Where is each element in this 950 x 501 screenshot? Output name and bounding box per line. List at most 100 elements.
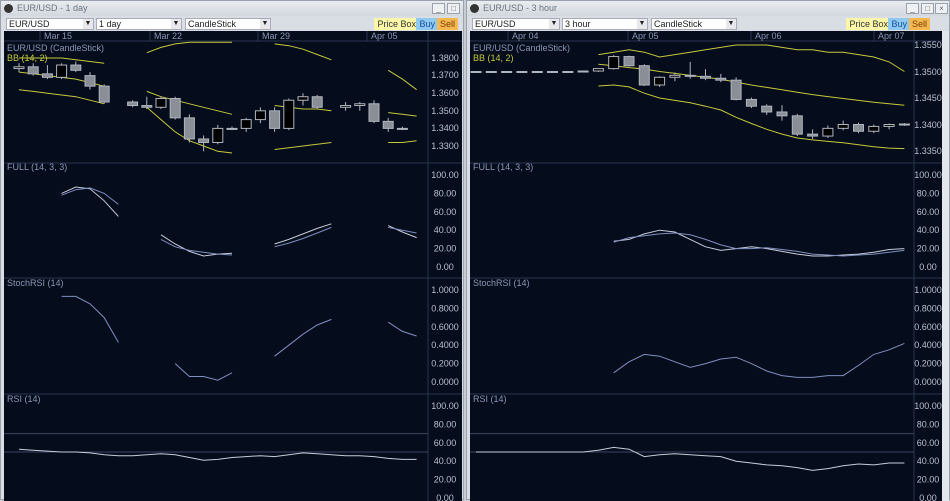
date-label: Apr 06 [755,31,782,41]
candle-body [396,127,408,130]
stochrsi-pane-label: StochRSI (14) [473,278,530,288]
full-axis-label: 100.00 [431,170,459,180]
candle-body [501,71,513,73]
full-axis-label: 40.00 [917,225,940,235]
minimize-button[interactable]: _ [432,3,445,14]
close-button[interactable]: × [935,3,948,14]
chart-canvas[interactable]: Apr 04 Apr 05 Apr 06 Apr 07 EUR/USD (CandleS… [470,31,942,501]
rsi-axis-label: 20.00 [917,475,940,485]
candle-body [41,73,53,78]
globe-icon [470,4,479,13]
price-box-button[interactable]: Price Box [374,18,419,30]
candle-body [715,77,727,81]
candle-body [547,71,558,73]
symbol-value: EUR/USD [475,19,516,29]
stochrsi-line [174,363,233,381]
sell-button[interactable]: Sell [908,18,930,30]
stochrsi-axis-label: 0.0000 [431,377,459,387]
candle-body [516,71,528,73]
stochrsi-axis-label: 1.0000 [914,285,942,295]
rsi-line [18,448,417,461]
chart-canvas[interactable]: Mar 15 Mar 22 Mar 29 Apr 05 EUR/USD (CandleS… [4,31,462,501]
candle-body [485,71,497,73]
full-d-line [613,232,905,257]
stochrsi-axis-label: 0.4000 [914,340,942,350]
full-pane-label: FULL (14, 3, 3) [473,162,533,172]
rsi-axis-label: 60.00 [917,438,940,448]
price-box-button[interactable]: Price Box [846,18,891,30]
candle-body [254,110,266,121]
bb-upper-line [146,41,232,54]
window-title: EUR/USD - 1 day [17,3,88,13]
bb-label: BB (14, 2) [473,53,514,63]
full-axis-label: 20.00 [917,244,940,254]
minimize-button[interactable]: _ [906,3,919,14]
full-k-line [274,223,332,245]
interval-select[interactable]: 1 day ▼ [96,18,182,30]
candle-body [654,76,666,86]
interval-select[interactable]: 3 hour ▼ [562,18,648,30]
candle-body [183,117,195,140]
price-axis-label: 1.3600 [431,88,459,98]
stochrsi-axis-label: 0.6000 [914,322,942,332]
bb-lower-line [598,84,905,150]
rsi-axis-label: 80.00 [434,419,457,429]
window-titlebar[interactable]: EUR/USD - 3 hour _ □ × [467,1,949,16]
candle-body [837,124,849,129]
symbol-select[interactable]: EUR/USD ▼ [472,18,560,30]
window-titlebar[interactable]: EUR/USD - 1 day _ □ [1,1,463,16]
sell-button[interactable]: Sell [436,18,458,30]
rsi-axis-label: 60.00 [434,438,457,448]
candle-body [212,127,224,143]
chart-type-select[interactable]: CandleStick ▼ [651,18,737,30]
candle-body [669,74,681,78]
candle-body [700,75,711,79]
buy-button[interactable]: Buy [416,18,438,30]
full-d-line [274,226,332,248]
stochrsi-axis-label: 0.2000 [914,359,942,369]
candle-body [577,70,589,73]
maximize-button[interactable]: □ [447,3,460,14]
price-axis-label: 1.3550 [914,40,942,50]
chevron-down-icon: ▼ [83,19,93,29]
candle-body [853,124,864,132]
full-axis-label: 80.00 [917,188,940,198]
maximize-button[interactable]: □ [921,3,934,14]
stochrsi-axis-label: 1.0000 [431,285,459,295]
candle-body [531,71,543,73]
stochrsi-axis-label: 0.8000 [914,303,942,313]
stochrsi-line [274,318,332,357]
price-axis-label: 1.3500 [431,106,459,116]
bb-lower-line [274,142,332,150]
full-axis-label: 0.00 [436,262,454,272]
buy-button[interactable]: Buy [888,18,910,30]
candle-body [592,68,604,72]
stochrsi-axis-label: 0.8000 [431,303,459,313]
bb-upper-line [274,43,332,61]
candle-body [70,64,82,71]
symbol-select[interactable]: EUR/USD ▼ [6,18,94,30]
candle-body [226,127,238,130]
date-label: Apr 07 [878,31,905,41]
candle-body [297,96,309,101]
rsi-axis-label: 40.00 [434,456,457,466]
window-title: EUR/USD - 3 hour [483,3,558,13]
date-label: Mar 29 [262,31,290,41]
chart-type-select[interactable]: CandleStick ▼ [185,18,271,30]
chart-toolbar: EUR/USD ▼ 3 hour ▼ CandleStick ▼ Price Box … [467,16,949,31]
chart-type-value: CandleStick [188,19,237,29]
candle-body [84,75,96,87]
candle-body [340,105,352,108]
stochrsi-axis-label: 0.4000 [431,340,459,350]
candle-body [807,133,819,137]
rsi-pane-label: RSI (14) [473,394,507,404]
candle-body [684,74,696,77]
bb-upper-line [387,69,417,91]
candle-body [283,99,295,129]
candle-body [623,56,635,67]
candle-body [13,66,25,70]
rsi-line [476,446,905,471]
candle-body [27,66,39,75]
candle-body [382,120,394,129]
bb-lower-line [388,140,417,143]
